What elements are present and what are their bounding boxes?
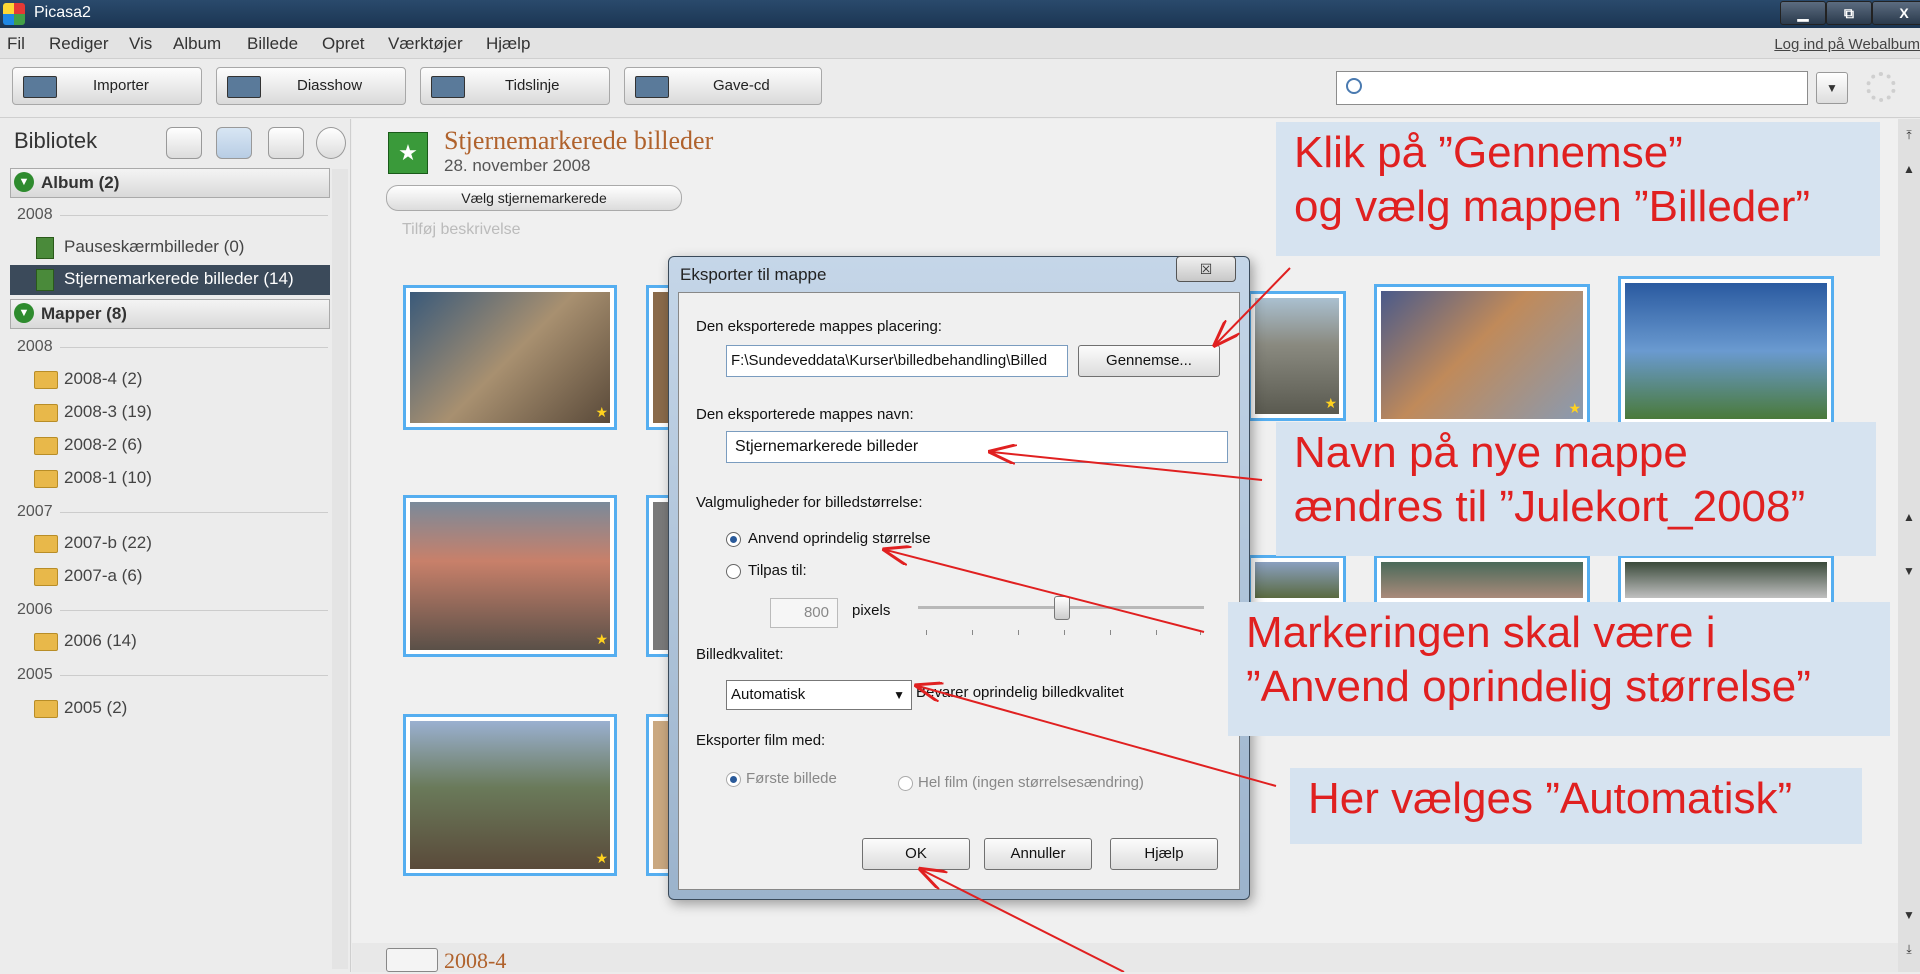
annotation-arrows xyxy=(0,267,1291,972)
arrow-to-folder-name xyxy=(992,452,1263,481)
arrow-to-quality xyxy=(918,686,1277,787)
arrow-to-original-size xyxy=(886,550,1205,633)
arrow-to-browse xyxy=(1216,267,1291,344)
arrow-to-ok xyxy=(922,870,1125,972)
